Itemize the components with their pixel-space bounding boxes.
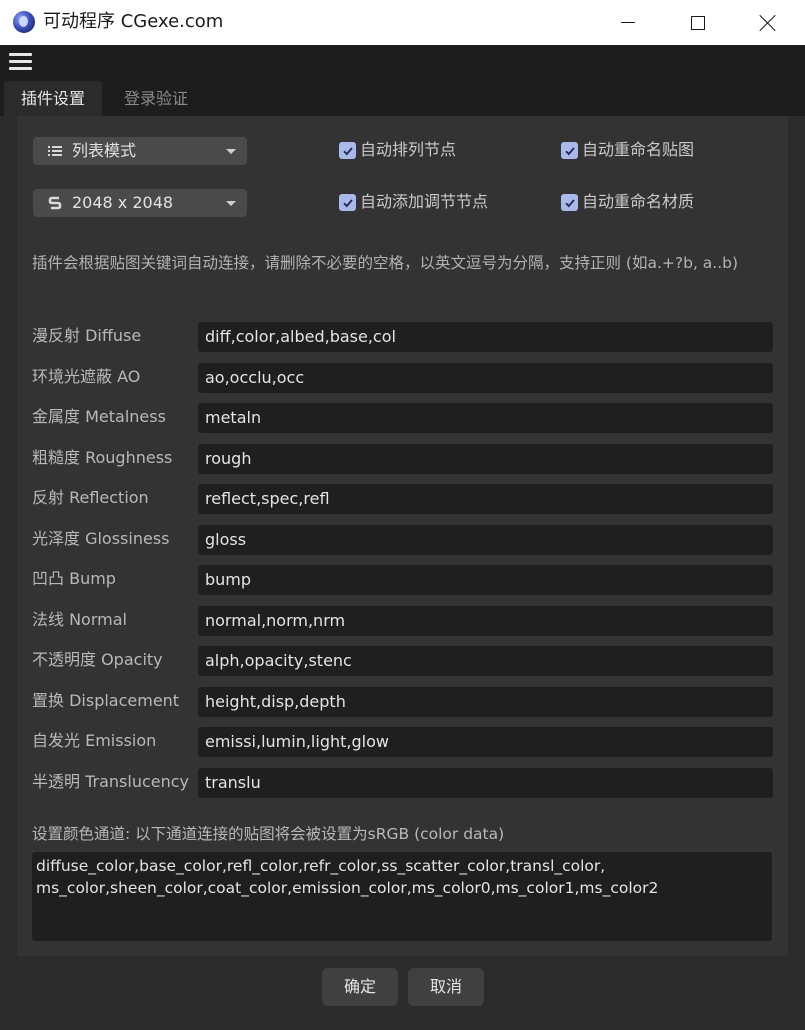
emission-keywords-input[interactable]: emissi,lumin,light,glow: [198, 727, 773, 757]
minimize-icon: [621, 22, 635, 23]
reflection-label: 反射 Reflection: [32, 488, 149, 507]
displacement-label: 置换 Displacement: [32, 691, 180, 710]
close-icon: [759, 14, 777, 32]
size-dropdown-value: 2048 x 2048: [72, 193, 174, 212]
checkbox-checked-icon: [339, 142, 356, 159]
normal-keywords-input[interactable]: normal,norm,nrm: [198, 606, 773, 636]
roughness-label: 粗糙度 Roughness: [32, 448, 173, 467]
metalness-keywords-input[interactable]: metaln: [198, 403, 773, 433]
cancel-button[interactable]: 取消: [408, 968, 484, 1006]
normal-label: 法线 Normal: [32, 610, 127, 629]
window-title: 可动程序 CGexe.com: [43, 11, 224, 32]
checkbox-label: 自动重命名贴图: [582, 140, 695, 159]
bump-keywords-input[interactable]: bump: [198, 565, 773, 595]
tab-bar: 插件设置 登录验证: [0, 80, 805, 116]
mode-dropdown-value: 列表模式: [72, 141, 137, 160]
checkbox-label: 自动重命名材质: [582, 192, 695, 211]
menu-bar: [0, 45, 805, 80]
close-button[interactable]: [745, 0, 791, 45]
opacity-label: 不透明度 Opacity: [32, 650, 163, 669]
translucency-keywords-input[interactable]: translu: [198, 768, 773, 798]
diffuse-label: 漫反射 Diffuse: [32, 326, 142, 345]
metalness-label: 金属度 Metalness: [32, 407, 166, 426]
title-bar: 可动程序 CGexe.com: [0, 0, 805, 45]
displacement-keywords-input[interactable]: height,disp,depth: [198, 687, 773, 717]
mode-dropdown[interactable]: 列表模式: [33, 137, 247, 165]
glossiness-label: 光泽度 Glossiness: [32, 529, 170, 548]
emission-label: 自发光 Emission: [32, 731, 157, 750]
tab-login-verify[interactable]: 登录验证: [107, 81, 205, 116]
chevron-down-icon: [226, 149, 236, 154]
ao-label: 环境光遮蔽 AO: [32, 367, 141, 386]
reflection-keywords-input[interactable]: reflect,spec,refl: [198, 484, 773, 514]
keyword-hint-text: 插件会根据贴图关键词自动连接，请删除不必要的空格，以英文逗号为分隔，支持正则 (…: [32, 254, 739, 272]
app-logo-icon: [13, 11, 35, 33]
s-logo-icon: [46, 189, 64, 217]
ao-keywords-input[interactable]: ao,occlu,occ: [198, 363, 773, 393]
list-icon: [46, 137, 64, 165]
maximize-button[interactable]: [675, 0, 721, 45]
srgb-channels-label: 设置颜色通道: 以下通道连接的贴图将会被设置为sRGB (color data): [32, 825, 505, 843]
srgb-channels-textarea[interactable]: diffuse_color,base_color,refl_color,refr…: [32, 852, 772, 941]
glossiness-keywords-input[interactable]: gloss: [198, 525, 773, 555]
opacity-keywords-input[interactable]: alph,opacity,stenc: [198, 646, 773, 676]
chevron-down-icon: [226, 201, 236, 206]
checkbox-checked-icon: [561, 194, 578, 211]
checkbox-label: 自动排列节点: [360, 140, 457, 159]
maximize-icon: [691, 15, 705, 30]
size-dropdown[interactable]: 2048 x 2048: [33, 189, 247, 217]
confirm-button[interactable]: 确定: [322, 968, 398, 1006]
hamburger-menu-icon[interactable]: [9, 53, 32, 71]
bump-label: 凹凸 Bump: [32, 569, 116, 588]
checkbox-checked-icon: [561, 142, 578, 159]
checkbox-label: 自动添加调节节点: [360, 192, 489, 211]
tab-plugin-settings[interactable]: 插件设置: [4, 81, 103, 116]
diffuse-keywords-input[interactable]: diff,color,albed,base,col: [198, 322, 773, 352]
minimize-button[interactable]: [605, 0, 651, 45]
translucency-label: 半透明 Translucency: [32, 772, 190, 791]
roughness-keywords-input[interactable]: rough: [198, 444, 773, 474]
checkbox-checked-icon: [339, 194, 356, 211]
